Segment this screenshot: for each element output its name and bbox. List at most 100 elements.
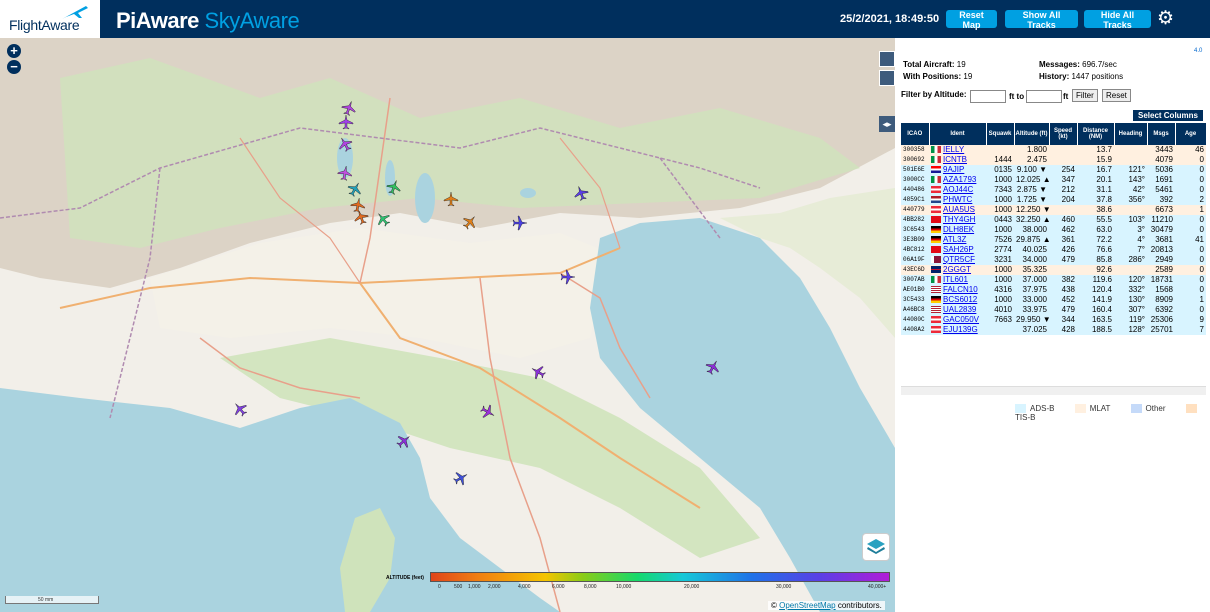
col-altitude[interactable]: Altitude (ft) xyxy=(1014,123,1050,145)
aircraft-marker-icon[interactable] xyxy=(443,191,459,207)
collapse-panel-icon[interactable]: ◂▸ xyxy=(879,116,895,132)
cell-ident: PHWTC xyxy=(929,195,986,205)
cell-heading: 4° xyxy=(1114,235,1147,245)
reset-button[interactable]: Reset xyxy=(1102,89,1131,102)
table-row[interactable]: 3E3B09 ATL3Z 7526 29.875 ▲ 361 72.2 4° 3681 41 xyxy=(901,235,1206,245)
altitude-min-input[interactable] xyxy=(970,90,1006,103)
ident-link[interactable]: SAH26P xyxy=(943,245,974,254)
table-row[interactable]: 501E6E 9AJIP 0135 9.100 ▼ 254 16.7 121° 5036 0 xyxy=(901,165,1206,175)
cell-speed xyxy=(1049,145,1077,155)
ident-link[interactable]: AUA5US xyxy=(943,205,975,214)
ident-link[interactable]: EJU139G xyxy=(943,325,978,334)
cell-ident: ICNTB xyxy=(929,155,986,165)
ident-link[interactable]: ITL601 xyxy=(943,275,968,284)
osm-link[interactable]: OpenStreetMap xyxy=(779,601,835,610)
ident-link[interactable]: DLH8EK xyxy=(943,225,974,234)
flag-icon xyxy=(931,286,941,294)
ident-link[interactable]: IELLY xyxy=(943,145,964,154)
altitude-legend: ALTITUDE (feet) 0 500 1,000 2,000 4,000 … xyxy=(384,570,892,596)
hide-all-tracks-button[interactable]: Hide All Tracks xyxy=(1084,10,1151,30)
layers-icon[interactable] xyxy=(862,533,890,561)
filter-ft-label: ft xyxy=(1063,92,1069,101)
table-row[interactable]: 3C5433 BCS6012 1000 33.000 452 141.9 130° 8909 1 xyxy=(901,295,1206,305)
cell-icao: 300358 xyxy=(901,145,929,155)
col-icao[interactable]: ICAO xyxy=(901,123,930,145)
gear-icon[interactable]: ⚙ xyxy=(1157,9,1174,28)
ident-link[interactable]: 9AJIP xyxy=(943,165,964,174)
table-row[interactable]: 4859C1 PHWTC 1000 1.725 ▼ 204 37.8 356° 392 2 xyxy=(901,195,1206,205)
table-row[interactable]: A46BC8 UAL2839 4010 33.975 479 160.4 307° 6392 0 xyxy=(901,305,1206,315)
zoom-out-button[interactable]: − xyxy=(7,60,21,74)
cell-icao: 43EC6D xyxy=(901,265,929,275)
grid-icon[interactable] xyxy=(879,70,895,86)
horizontal-scrollbar[interactable] xyxy=(901,386,1206,395)
ident-link[interactable]: THY4GH xyxy=(943,215,975,224)
ident-link[interactable]: UAL2839 xyxy=(943,305,976,314)
ident-link[interactable]: FALCN10 xyxy=(943,285,978,294)
cell-speed: 204 xyxy=(1049,195,1077,205)
ident-link[interactable]: GAC050V xyxy=(943,315,979,324)
col-speed[interactable]: Speed (kt) xyxy=(1049,123,1078,145)
cell-squawk: 4010 xyxy=(986,305,1014,315)
cell-distance: 120.4 xyxy=(1077,285,1114,295)
table-row[interactable]: 3C6543 DLH8EK 1000 38.000 462 63.0 3° 30479 0 xyxy=(901,225,1206,235)
table-row[interactable]: 300358 IELLY 1.800 13.7 3443 46 xyxy=(901,145,1206,155)
aircraft-marker-icon[interactable] xyxy=(338,114,354,130)
flightaware-logo[interactable]: FlightAware xyxy=(0,0,100,38)
ident-link[interactable]: AOJ44C xyxy=(943,185,973,194)
select-columns-button[interactable]: Select Columns xyxy=(1133,110,1203,121)
table-row[interactable]: 3007AB ITL601 1000 37.000 382 119.6 120° 18731 0 xyxy=(901,275,1206,285)
altitude-legend-title: ALTITUDE (feet) xyxy=(386,575,424,581)
zoom-in-button[interactable]: + xyxy=(7,44,21,58)
map-view[interactable]: + − ◂▸ ALTITUDE (feet) 0 500 1,000 2,000… xyxy=(0,38,895,612)
col-heading[interactable]: Heading xyxy=(1114,123,1148,145)
cell-age: 41 xyxy=(1175,235,1206,245)
table-row[interactable]: AE01B0 FALCN10 4316 37.975 438 120.4 332° 1568 0 xyxy=(901,285,1206,295)
filter-button[interactable]: Filter xyxy=(1072,89,1098,102)
map-layers-icon[interactable] xyxy=(879,51,895,67)
table-row[interactable]: 4BB282 THY4GH 0443 32.250 ▲ 460 55.5 103° 11210… xyxy=(901,215,1206,225)
col-squawk[interactable]: Squawk xyxy=(986,123,1015,145)
ident-link[interactable]: AZA1793 xyxy=(943,175,976,184)
ident-link[interactable]: 2GGGT xyxy=(943,265,971,274)
ident-link[interactable]: ATL3Z xyxy=(943,235,966,244)
show-all-tracks-button[interactable]: Show All Tracks xyxy=(1005,10,1078,30)
aircraft-marker-icon[interactable] xyxy=(349,196,368,215)
table-row[interactable]: 4BC812 SAH26P 2774 40.025 426 76.6 7° 20813 0 xyxy=(901,245,1206,255)
reset-map-button[interactable]: Reset Map xyxy=(946,10,997,30)
table-row[interactable]: 3000CC AZA1793 1000 12.025 ▲ 347 20.1 143° 1691… xyxy=(901,175,1206,185)
col-ident[interactable]: Ident xyxy=(929,123,987,145)
cell-msgs: 4079 xyxy=(1147,155,1175,165)
col-age[interactable]: Age xyxy=(1175,123,1207,145)
ident-link[interactable]: BCS6012 xyxy=(943,295,977,304)
aircraft-marker-icon[interactable] xyxy=(560,269,576,285)
version-link[interactable]: 4.0 xyxy=(1194,48,1202,54)
table-row[interactable]: 440486 AOJ44C 7343 2.875 ▼ 212 31.1 42° 5461 0 xyxy=(901,185,1206,195)
cell-icao: 440486 xyxy=(901,185,929,195)
cell-age: 9 xyxy=(1175,315,1206,325)
cell-ident: UAL2839 xyxy=(929,305,986,315)
flag-icon xyxy=(931,166,941,174)
cell-ident: SAH26P xyxy=(929,245,986,255)
cell-squawk: 0443 xyxy=(986,215,1014,225)
ident-link[interactable]: QTR5CF xyxy=(943,255,975,264)
cell-altitude: 35.325 xyxy=(1014,265,1049,275)
cell-speed: 428 xyxy=(1049,325,1077,335)
col-distance[interactable]: Distance (NM) xyxy=(1077,123,1115,145)
table-row[interactable]: 43EC6D 2GGGT 1000 35.325 92.6 2589 0 xyxy=(901,265,1206,275)
table-row[interactable]: 44080C GAC050V 7663 29.950 ▼ 344 163.5 119° 253… xyxy=(901,315,1206,325)
ident-link[interactable]: ICNTB xyxy=(943,155,967,164)
table-row[interactable]: 06A19F QTR5CF 3231 34.000 479 85.8 286° 2949 0 xyxy=(901,255,1206,265)
aircraft-marker-icon[interactable] xyxy=(512,215,528,231)
cell-age: 0 xyxy=(1175,215,1206,225)
table-row[interactable]: 4408A2 EJU139G 37.025 428 188.5 128° 25701 7 xyxy=(901,325,1206,335)
cell-distance: 16.7 xyxy=(1077,165,1114,175)
ident-link[interactable]: PHWTC xyxy=(943,195,972,204)
cell-msgs: 30479 xyxy=(1147,225,1175,235)
table-row[interactable]: 440779 AUA5US 1000 12.250 ▼ 38.6 6673 1 xyxy=(901,205,1206,215)
flag-icon xyxy=(931,276,941,284)
altitude-max-input[interactable] xyxy=(1026,90,1062,103)
cell-icao: 3C5433 xyxy=(901,295,929,305)
table-row[interactable]: 300692 ICNTB 1444 2.475 15.9 4079 0 xyxy=(901,155,1206,165)
col-msgs[interactable]: Msgs xyxy=(1147,123,1176,145)
